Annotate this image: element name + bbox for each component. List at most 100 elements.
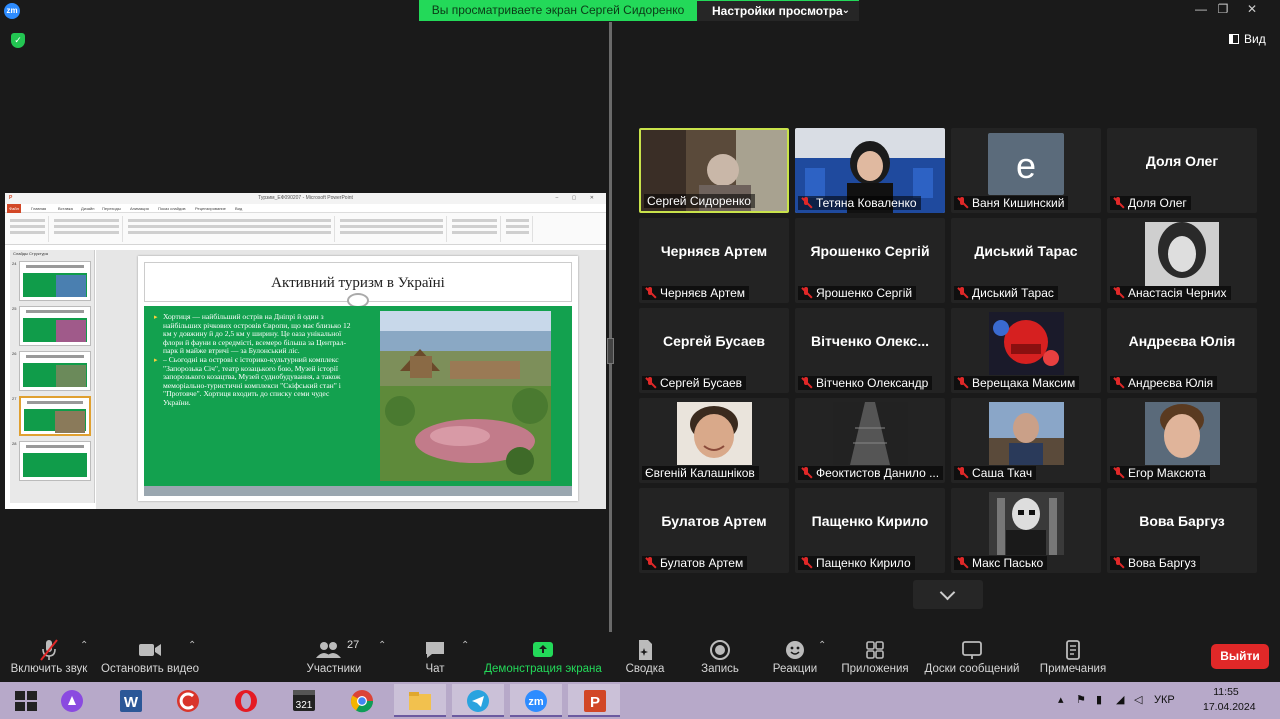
start-button[interactable] (0, 684, 52, 717)
ribbon-group (125, 216, 335, 242)
share-screen-button[interactable]: Демонстрация экрана (482, 632, 604, 682)
media-player-icon[interactable]: 321 (278, 684, 330, 717)
leave-meeting-button[interactable]: Выйти (1211, 644, 1269, 669)
participant-name: Андреєва Юлія (1128, 376, 1214, 390)
mic-muted-icon (957, 197, 968, 209)
participant-tile[interactable]: Ярошенко Сергій Ярошенко Сергій (795, 218, 945, 303)
svg-text:W: W (124, 694, 139, 711)
tray-network-icon[interactable]: ◢ (1116, 682, 1124, 719)
caret-up-icon[interactable]: ⌃ (461, 640, 469, 651)
assistant-icon[interactable] (46, 684, 98, 717)
tray-language[interactable]: УКР (1154, 682, 1175, 719)
participant-name-label: Сергей Сидоренко (644, 194, 755, 208)
current-slide: Активний туризм в Україні Хортиця — найб… (138, 256, 578, 501)
chrome-icon[interactable] (336, 684, 388, 717)
split-divider[interactable] (609, 22, 612, 632)
participant-tile[interactable]: Феоктистов Данило ... (795, 398, 945, 483)
ribbon-group (503, 216, 533, 242)
participant-display-name: Черняєв Артем (660, 243, 768, 259)
participants-label: Участники (306, 663, 362, 675)
file-explorer-icon[interactable] (394, 684, 446, 717)
minimize-icon[interactable]: — (1192, 2, 1210, 16)
participant-tile[interactable]: Верещака Максим (951, 308, 1101, 393)
participant-tile[interactable]: Тетяна Коваленко (795, 128, 945, 213)
tray-expand-icon[interactable]: ▴ (1058, 682, 1064, 719)
ppt-tab: Дизайн (81, 206, 95, 211)
participant-tile[interactable]: Андреєва Юлія Андреєва Юлія (1107, 308, 1257, 393)
security-shield-icon[interactable]: ✓ (11, 33, 25, 48)
summary-icon (622, 638, 668, 662)
record-label: Запись (701, 663, 739, 675)
restore-icon[interactable]: ❐ (1214, 2, 1232, 16)
participant-tile[interactable]: Саша Ткач (951, 398, 1101, 483)
participant-tile[interactable]: Егор Максюта (1107, 398, 1257, 483)
audio-button[interactable]: Включить звук ⌃ (6, 632, 92, 682)
participant-tile[interactable]: Пащенко Кирило Пащенко Кирило (795, 488, 945, 573)
participant-tile[interactable]: Черняєв Артем Черняєв Артем (639, 218, 789, 303)
participant-name: Пащенко Кирило (816, 556, 911, 570)
participant-name-label: Анастасія Черних (1110, 286, 1231, 300)
summary-button[interactable]: Сводка (622, 632, 668, 682)
caret-up-icon[interactable]: ⌃ (818, 640, 826, 651)
participant-tile[interactable]: e Ваня Кишинский (951, 128, 1101, 213)
participant-tile[interactable]: Доля Олег Доля Олег (1107, 128, 1257, 213)
participant-tile[interactable]: Анастасія Черних (1107, 218, 1257, 303)
participant-display-name: Диський Тарас (974, 243, 1078, 259)
participant-name-label: Доля Олег (1110, 196, 1191, 210)
participant-name-label: Саша Ткач (954, 466, 1037, 480)
participants-count: 27 (347, 639, 360, 651)
view-options-dropdown[interactable]: Настройки просмотра ⌄ (697, 0, 859, 21)
reactions-button[interactable]: Реакции ⌃ (772, 632, 827, 682)
tray-volume-icon[interactable]: ◁ (1134, 682, 1142, 719)
whiteboards-button[interactable]: Доски сообщений (924, 632, 1020, 682)
participant-tile[interactable]: Вітченко Олекс... Вітченко Олександр (795, 308, 945, 393)
powerpoint-icon[interactable]: P (568, 684, 620, 717)
word-icon[interactable]: W (104, 684, 156, 717)
gallery-next-page-button[interactable] (913, 580, 983, 609)
taskbar-clock[interactable]: 11:55 17.04.2024 (1203, 685, 1256, 715)
participant-name-label: Верещака Максим (954, 376, 1080, 390)
record-button[interactable]: Запись (698, 632, 742, 682)
participant-display-name: Ярошенко Сергій (810, 243, 930, 259)
chat-button[interactable]: Чат ⌃ (418, 632, 469, 682)
participant-tile[interactable]: Булатов Артем Булатов Артем (639, 488, 789, 573)
participants-button[interactable]: 27 Участники ⌃ (298, 632, 387, 682)
windows-taskbar: W 321 zm P ▴ ⚑ ▮ ◢ ◁ УКР 11:55 17.04.202… (0, 682, 1280, 719)
whiteboard-icon (924, 638, 1020, 662)
close-icon[interactable]: ✕ (1243, 2, 1261, 16)
notes-button[interactable]: Примечания (1038, 632, 1108, 682)
tray-battery-icon[interactable]: ▮ (1096, 682, 1102, 719)
shared-screen: Турзим_ЕФ090207 - Microsoft PowerPoint P… (5, 193, 606, 509)
participant-tile[interactable]: Макс Пасько (951, 488, 1101, 573)
zoom-taskbar-icon[interactable]: zm (510, 684, 562, 717)
caret-up-icon[interactable]: ⌃ (188, 640, 196, 651)
screen-share-banner: Вы просматриваете экран Сергей Сидоренко (419, 0, 697, 21)
chevron-down-icon: ⌄ (841, 5, 850, 16)
participants-icon: 27 (298, 638, 370, 662)
ccleaner-icon[interactable] (162, 684, 214, 717)
opera-icon[interactable] (220, 684, 272, 717)
ppt-tab: Вид (235, 206, 243, 211)
participant-tile[interactable]: Вова Баргуз Вова Баргуз (1107, 488, 1257, 573)
slide-thumbnail-selected (19, 396, 91, 436)
caret-up-icon[interactable]: ⌃ (80, 640, 88, 651)
split-divider-handle[interactable] (607, 338, 614, 364)
video-button[interactable]: Остановить видео ⌃ (100, 632, 200, 682)
caret-up-icon[interactable]: ⌃ (378, 640, 386, 651)
apps-icon (840, 638, 910, 662)
participant-tile[interactable]: Сергей Бусаев Сергей Бусаев (639, 308, 789, 393)
slide-number: 27 (12, 396, 17, 401)
participant-name-label: Феоктистов Данило ... (798, 466, 943, 480)
telegram-icon[interactable] (452, 684, 504, 717)
ribbon-group (51, 216, 123, 242)
participant-name: Егор Максюта (1128, 466, 1206, 480)
participant-tile[interactable]: Сергей Сидоренко (639, 128, 789, 213)
view-layout-button[interactable]: Вид (1229, 32, 1266, 46)
audio-label: Включить звук (10, 663, 88, 675)
tray-flag-icon[interactable]: ⚑ (1076, 682, 1086, 719)
mic-muted-icon (957, 287, 968, 299)
chat-icon (418, 638, 452, 662)
apps-button[interactable]: Приложения (840, 632, 910, 682)
participant-tile[interactable]: Євгеній Калашніков (639, 398, 789, 483)
participant-tile[interactable]: Диський Тарас Диський Тарас (951, 218, 1101, 303)
